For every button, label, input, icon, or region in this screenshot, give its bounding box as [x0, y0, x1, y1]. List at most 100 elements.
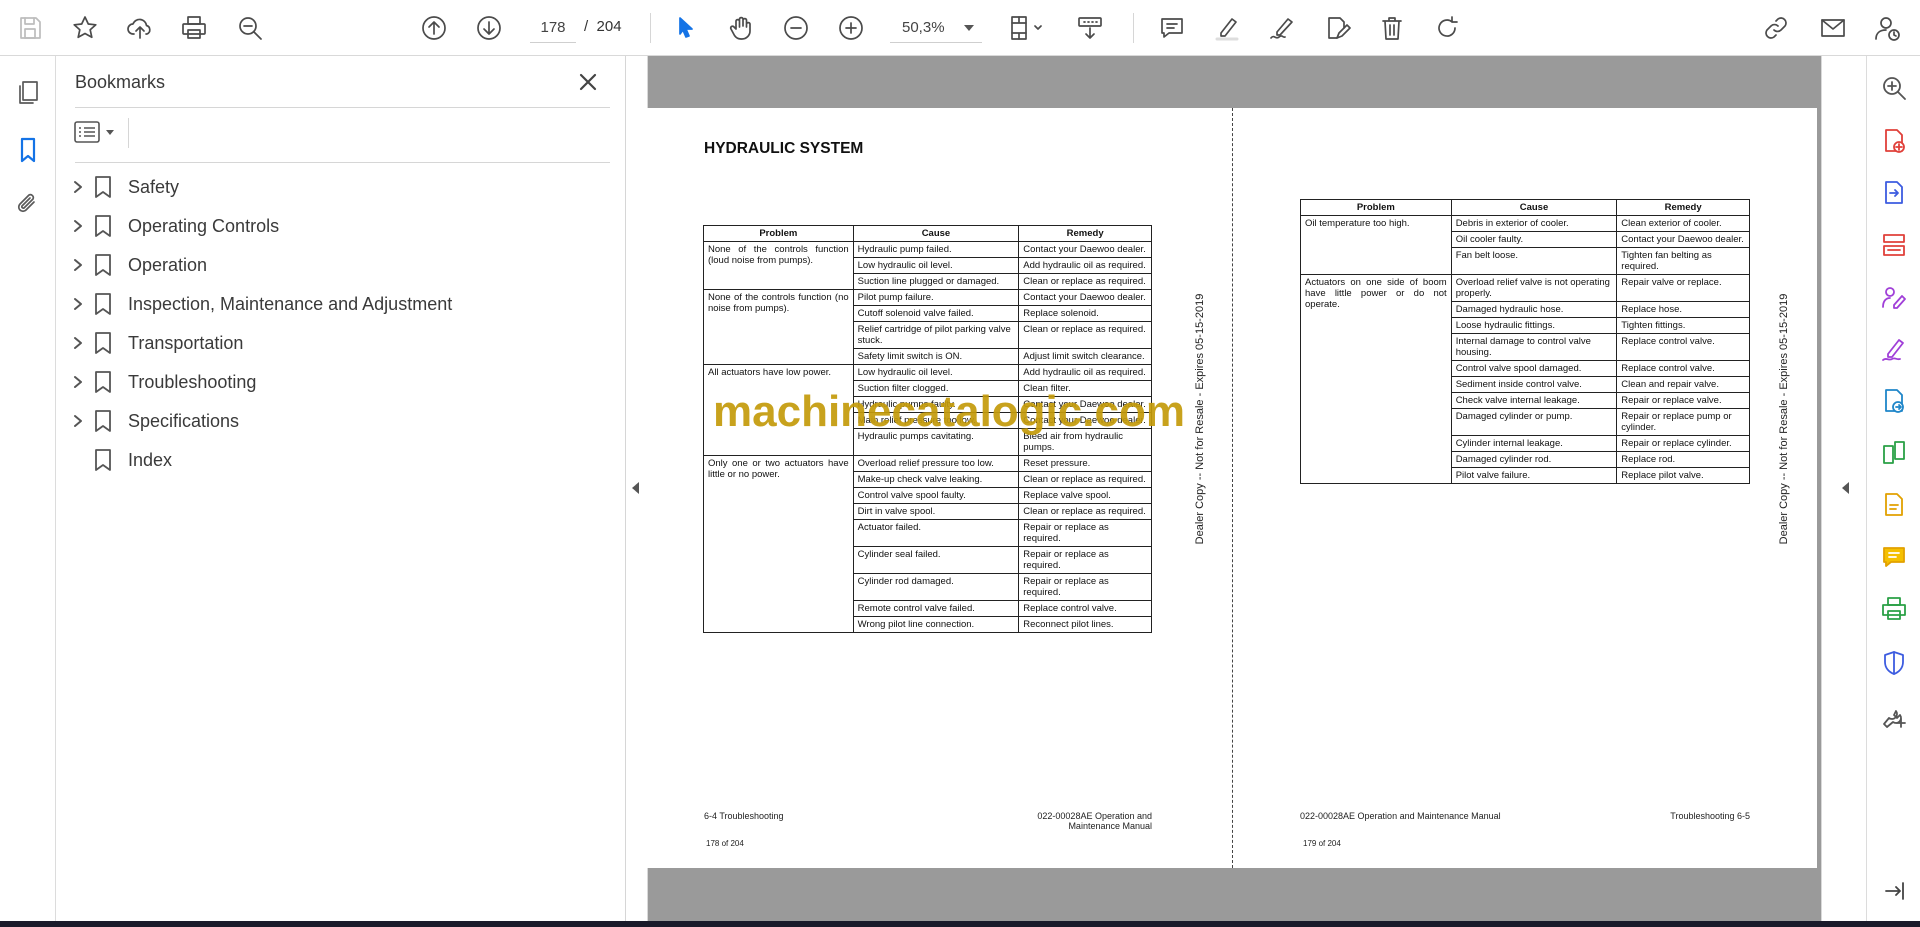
- rotate-icon[interactable]: [1429, 10, 1465, 46]
- remedy-cell: Repair or replace cylinder.: [1616, 435, 1750, 452]
- bookmark-icon: [92, 292, 114, 316]
- edit-pdf-icon[interactable]: [1877, 488, 1911, 522]
- share-link-icon[interactable]: [1758, 10, 1794, 46]
- cause-cell: Cylinder internal leakage.: [1450, 435, 1618, 452]
- chevron-right-icon[interactable]: [68, 372, 88, 392]
- left-panel-collapse[interactable]: [627, 56, 648, 921]
- remedy-cell: Contact your Daewoo dealer.: [1616, 231, 1750, 248]
- zoom-out-icon[interactable]: [778, 10, 814, 46]
- footer-right-right-page: Troubleshooting 6-5: [1670, 811, 1750, 821]
- table-row: Oil temperature too high. Debris in exter…: [1300, 215, 1750, 275]
- more-tools-icon[interactable]: [1877, 700, 1911, 734]
- remedy-cell: Repair or replace as required.: [1018, 519, 1152, 547]
- bookmark-options-button[interactable]: [74, 118, 122, 146]
- bookmark-item[interactable]: Index: [68, 442, 608, 478]
- send-review-icon[interactable]: [1877, 384, 1911, 418]
- scroll-mode-icon[interactable]: [1072, 10, 1108, 46]
- taskbar-strip: [0, 921, 1920, 927]
- chevron-right-icon[interactable]: [68, 411, 88, 431]
- email-icon[interactable]: [1815, 10, 1851, 46]
- print-icon[interactable]: [176, 10, 212, 46]
- bookmark-item[interactable]: Specifications: [68, 403, 608, 439]
- document-viewport[interactable]: HYDRAULIC SYSTEM Problem Cause Remedy None …: [627, 56, 1866, 921]
- table-header: Problem Cause Remedy: [1300, 199, 1750, 216]
- bookmark-label: Inspection, Maintenance and Adjustment: [128, 293, 453, 314]
- remedy-cell: Adjust limit switch clearance.: [1018, 348, 1152, 365]
- chevron-right-icon[interactable]: [68, 450, 88, 470]
- top-toolbar: / 204 50,3%: [0, 0, 1920, 56]
- highlight-icon[interactable]: [1209, 10, 1245, 46]
- cause-cell: Actuator failed.: [852, 519, 1020, 547]
- edit-text-icon[interactable]: [1319, 10, 1355, 46]
- bookmarks-panel-icon[interactable]: [10, 132, 46, 168]
- comment-icon[interactable]: [1154, 10, 1190, 46]
- bookmark-item[interactable]: Troubleshooting: [68, 364, 608, 400]
- organize-pages-icon[interactable]: [1877, 228, 1911, 262]
- select-cursor-icon[interactable]: [668, 10, 704, 46]
- remedy-cell: Replace control valve.: [1018, 600, 1152, 617]
- hand-tool-icon[interactable]: [723, 10, 759, 46]
- cause-cell: Debris in exterior of cooler.: [1450, 215, 1618, 232]
- print-production-icon[interactable]: [1877, 592, 1911, 626]
- search-zoom-icon[interactable]: [1877, 71, 1911, 105]
- page-number-input[interactable]: [530, 13, 576, 43]
- chevron-right-icon[interactable]: [68, 333, 88, 353]
- bookmark-label: Operating Controls: [128, 215, 280, 236]
- bookmark-item[interactable]: Transportation: [68, 325, 608, 361]
- draw-signature-icon[interactable]: [1264, 10, 1300, 46]
- bookmark-item[interactable]: Operating Controls: [68, 208, 608, 244]
- remedy-cell: Add hydraulic oil as required.: [1018, 257, 1152, 274]
- cause-cell: Pilot pump failure.: [852, 289, 1020, 306]
- cloud-upload-icon[interactable]: [122, 10, 158, 46]
- delete-icon[interactable]: [1374, 10, 1410, 46]
- create-pdf-icon[interactable]: [1877, 124, 1911, 158]
- cause-cell: Wrong pilot line connection.: [852, 616, 1020, 633]
- cause-cell: Damaged hydraulic hose.: [1450, 301, 1618, 318]
- chevron-right-icon[interactable]: [68, 216, 88, 236]
- remedy-cell: Clean or replace as required.: [1018, 321, 1152, 349]
- problem-cell: None of the controls function (loud nois…: [703, 241, 854, 290]
- remedy-cell: Clean and repair valve.: [1616, 376, 1750, 393]
- bookmark-icon: [92, 175, 114, 199]
- remedy-cell: Clean or replace as required.: [1018, 273, 1152, 290]
- page-thumbnails-icon[interactable]: [10, 74, 46, 110]
- cause-cell: Dirt in valve spool.: [852, 503, 1020, 520]
- chevron-right-icon[interactable]: [68, 294, 88, 314]
- remedy-cell: Add hydraulic oil as required.: [1018, 364, 1152, 381]
- zoom-in-icon[interactable]: [833, 10, 869, 46]
- export-pdf-icon[interactable]: [1877, 176, 1911, 210]
- chevron-down-icon: [106, 129, 114, 135]
- zoom-level-dropdown[interactable]: 50,3%: [890, 13, 982, 43]
- fit-page-icon[interactable]: [1002, 10, 1050, 46]
- compare-files-icon[interactable]: [1877, 436, 1911, 470]
- table-row: None of the controls function (no noise …: [703, 289, 1152, 365]
- table-row: None of the controls function (loud nois…: [703, 241, 1152, 290]
- find-zoom-icon[interactable]: [232, 10, 268, 46]
- request-signatures-icon[interactable]: [1877, 280, 1911, 314]
- chevron-right-icon[interactable]: [68, 255, 88, 275]
- comment-tool-icon[interactable]: [1877, 540, 1911, 574]
- remedy-cell: Repair or replace as required.: [1018, 573, 1152, 601]
- bookmark-item[interactable]: Operation: [68, 247, 608, 283]
- right-panel-collapse[interactable]: [1821, 56, 1866, 921]
- save-icon[interactable]: [12, 10, 48, 46]
- star-icon[interactable]: [67, 10, 103, 46]
- bookmark-item[interactable]: Safety: [68, 169, 608, 205]
- close-icon[interactable]: [574, 68, 602, 96]
- bookmark-icon: [92, 448, 114, 472]
- problem-cell: Actuators on one side of boom have littl…: [1300, 274, 1452, 484]
- bookmark-item[interactable]: Inspection, Maintenance and Adjustment: [68, 286, 608, 322]
- protect-icon[interactable]: [1877, 646, 1911, 680]
- page-label-right: 179 of 204: [1303, 839, 1341, 848]
- remedy-cell: Replace control valve.: [1616, 360, 1750, 377]
- column-header: Remedy: [1616, 199, 1750, 216]
- remedy-cell: Tighten fittings.: [1616, 317, 1750, 334]
- previous-page-icon[interactable]: [416, 10, 452, 46]
- expand-panel-icon[interactable]: [1877, 874, 1911, 908]
- chevron-right-icon[interactable]: [68, 177, 88, 197]
- account-icon[interactable]: [1869, 10, 1905, 46]
- attachments-icon[interactable]: [10, 186, 46, 222]
- next-page-icon[interactable]: [471, 10, 507, 46]
- column-header: Cause: [852, 225, 1020, 242]
- fill-sign-icon[interactable]: [1877, 332, 1911, 366]
